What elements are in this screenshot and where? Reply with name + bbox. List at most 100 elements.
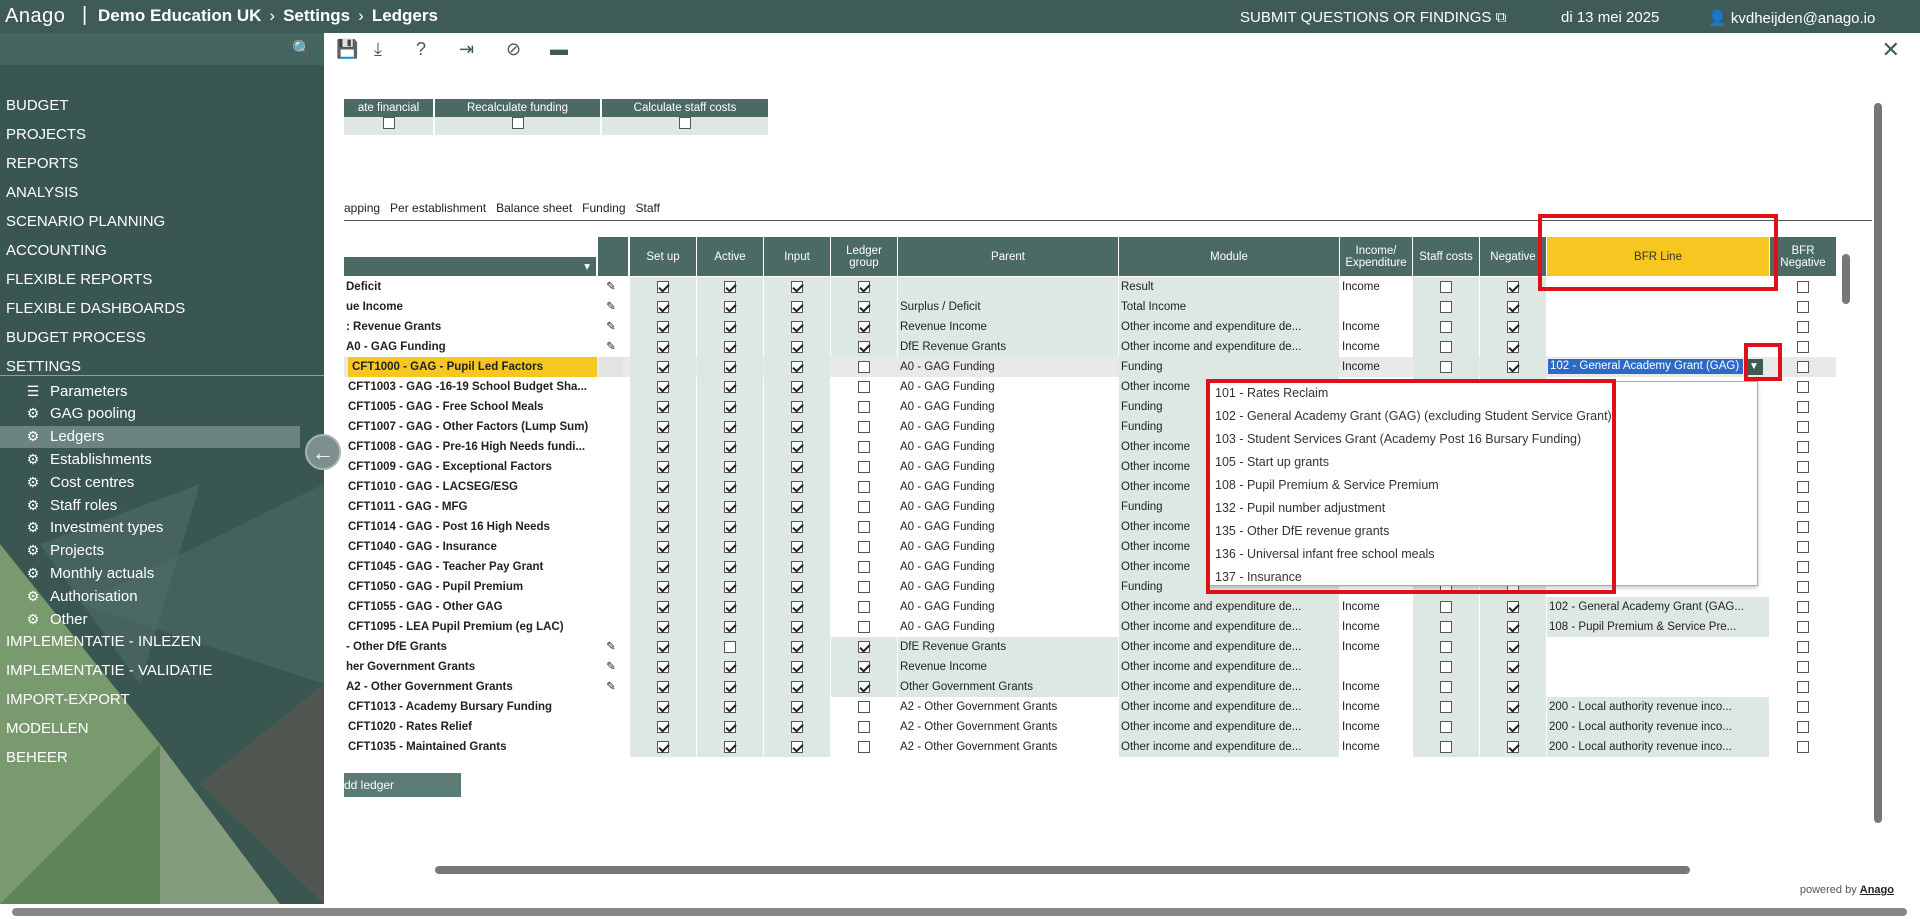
table-row[interactable]: CFT1055 - GAG - Other GAG A0 - GAG Fundin… xyxy=(344,597,1836,617)
column-header-setup[interactable]: Set up xyxy=(630,237,697,276)
cell-sc[interactable] xyxy=(1413,277,1479,297)
checkbox[interactable] xyxy=(791,620,803,633)
menu-item[interactable]: ACCOUNTING xyxy=(6,242,107,259)
cell-input[interactable] xyxy=(764,397,830,417)
pencil-icon[interactable]: ✎ xyxy=(599,657,623,677)
cell-bfrneg[interactable] xyxy=(1770,737,1836,757)
cell-bfrneg[interactable] xyxy=(1770,537,1836,557)
checkbox[interactable] xyxy=(791,460,803,473)
checkbox[interactable] xyxy=(657,600,669,613)
cell-bfrneg[interactable] xyxy=(1770,557,1836,577)
cell-active[interactable] xyxy=(697,617,763,637)
cell-active[interactable] xyxy=(697,377,763,397)
breadcrumb-item[interactable]: Settings xyxy=(283,6,350,26)
checkbox[interactable] xyxy=(1797,600,1809,613)
checkbox[interactable] xyxy=(724,400,736,413)
checkbox[interactable] xyxy=(858,360,870,373)
checkbox[interactable] xyxy=(858,280,870,293)
cell-setup[interactable] xyxy=(630,477,696,497)
cell-neg[interactable] xyxy=(1480,277,1546,297)
breadcrumb-item[interactable]: Ledgers xyxy=(372,6,438,26)
tab[interactable]: Funding xyxy=(582,201,625,215)
checkbox[interactable] xyxy=(1507,680,1519,693)
cell-bfrneg[interactable] xyxy=(1770,457,1836,477)
cell-sc[interactable] xyxy=(1413,617,1479,637)
checkbox[interactable] xyxy=(724,440,736,453)
checkbox[interactable] xyxy=(1797,580,1809,593)
checkbox[interactable] xyxy=(1507,360,1519,373)
cell-setup[interactable] xyxy=(630,657,696,677)
collapse-sidebar-button[interactable]: ← xyxy=(305,434,341,470)
menu-item[interactable]: BUDGET PROCESS xyxy=(6,329,146,346)
cell-bfrneg[interactable] xyxy=(1770,477,1836,497)
table-row[interactable]: CFT1013 - Academy Bursary Funding A2 - Ot… xyxy=(344,697,1836,717)
checkbox[interactable] xyxy=(724,360,736,373)
menu-item[interactable]: IMPORT-EXPORT xyxy=(6,691,130,708)
cell-input[interactable] xyxy=(764,697,830,717)
checkbox[interactable] xyxy=(657,300,669,313)
grid-vertical-scrollbar[interactable] xyxy=(1842,254,1850,304)
checkbox[interactable] xyxy=(1797,540,1809,553)
cell-sc[interactable] xyxy=(1413,657,1479,677)
menu-item[interactable]: SETTINGS xyxy=(6,358,81,375)
cell-input[interactable] xyxy=(764,357,830,377)
cell-lg[interactable] xyxy=(831,697,897,717)
checkbox[interactable] xyxy=(1440,640,1452,653)
cell-input[interactable] xyxy=(764,377,830,397)
checkbox[interactable] xyxy=(791,600,803,613)
cell-neg[interactable] xyxy=(1480,697,1546,717)
table-row[interactable]: CFT1095 - LEA Pupil Premium (eg LAC) A0 -… xyxy=(344,617,1836,637)
submenu-item[interactable]: ⚙ Staff roles xyxy=(24,494,324,516)
cell-lg[interactable] xyxy=(831,717,897,737)
cell-edit[interactable] xyxy=(599,497,623,517)
cell-lg[interactable] xyxy=(831,657,897,677)
menu-item[interactable]: FLEXIBLE REPORTS xyxy=(6,271,152,288)
cell-setup[interactable] xyxy=(630,597,696,617)
cell-active[interactable] xyxy=(697,597,763,617)
checkbox[interactable] xyxy=(1507,320,1519,333)
export-icon[interactable]: ⇥ xyxy=(459,39,474,60)
cell-sc[interactable] xyxy=(1413,597,1479,617)
cell-input[interactable] xyxy=(764,497,830,517)
checkbox[interactable] xyxy=(1797,400,1809,413)
cell-bfrneg[interactable] xyxy=(1770,677,1836,697)
cell-setup[interactable] xyxy=(630,377,696,397)
checkbox[interactable] xyxy=(858,640,870,653)
cell-neg[interactable] xyxy=(1480,657,1546,677)
cell-lg[interactable] xyxy=(831,477,897,497)
cell-active[interactable] xyxy=(697,297,763,317)
checkbox[interactable] xyxy=(657,700,669,713)
cell-lg[interactable] xyxy=(831,497,897,517)
pencil-icon[interactable]: ✎ xyxy=(599,337,623,357)
checkbox[interactable] xyxy=(724,580,736,593)
checkbox[interactable] xyxy=(1797,340,1809,353)
cell-bfrneg[interactable] xyxy=(1770,497,1836,517)
cell-lg[interactable] xyxy=(831,537,897,557)
cell-lg[interactable] xyxy=(831,357,897,377)
pencil-icon[interactable]: ✎ xyxy=(599,677,623,697)
cell-edit[interactable] xyxy=(599,517,623,537)
cell-edit[interactable] xyxy=(599,417,623,437)
checkbox[interactable] xyxy=(1797,320,1809,333)
cell-edit[interactable] xyxy=(599,457,623,477)
cell-edit[interactable] xyxy=(599,617,623,637)
sidebar-search[interactable]: 🔍 xyxy=(0,33,324,65)
checkbox[interactable] xyxy=(724,460,736,473)
cell-lg[interactable] xyxy=(831,617,897,637)
checkbox[interactable] xyxy=(657,560,669,573)
cell-active[interactable] xyxy=(697,277,763,297)
checkbox[interactable] xyxy=(858,480,870,493)
cell-sc[interactable] xyxy=(1413,737,1479,757)
cell-input[interactable] xyxy=(764,297,830,317)
checkbox[interactable] xyxy=(1440,620,1452,633)
cell-active[interactable] xyxy=(697,637,763,657)
cell-bfrneg[interactable] xyxy=(1770,657,1836,677)
checkbox[interactable] xyxy=(724,540,736,553)
checkbox[interactable] xyxy=(724,700,736,713)
cell-setup[interactable] xyxy=(630,637,696,657)
checkbox[interactable] xyxy=(724,620,736,633)
checkbox[interactable] xyxy=(791,440,803,453)
menu-item[interactable]: BUDGET xyxy=(6,97,69,114)
submenu-item[interactable]: ⚙ Projects xyxy=(24,540,324,562)
tab[interactable]: apping xyxy=(344,201,380,215)
